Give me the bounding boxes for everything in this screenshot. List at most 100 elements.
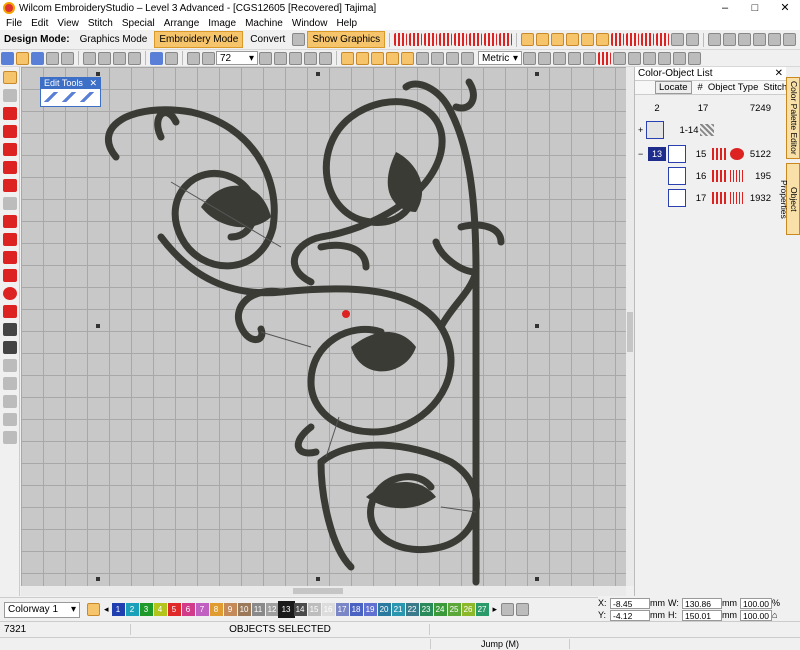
effect-icon[interactable] (521, 33, 535, 46)
palette-tools-icon[interactable] (87, 603, 100, 616)
tab-color-palette-editor[interactable]: Color Palette Editor (786, 77, 800, 159)
stitch-display-icon[interactable] (386, 51, 399, 65)
display-icon[interactable] (416, 51, 429, 65)
palette-scroll-left-icon[interactable]: ◂ (104, 604, 109, 615)
paste-icon[interactable] (113, 51, 126, 65)
lock-icon[interactable]: ⌂ (772, 610, 784, 620)
height-percent-field[interactable]: 100.00 (740, 609, 772, 621)
width-field[interactable]: 130.86 (682, 597, 722, 609)
tool-icon[interactable] (598, 51, 611, 65)
menu-arrange[interactable]: Arrange (164, 18, 200, 29)
stitch-type-icon[interactable] (499, 33, 513, 46)
tool-icon[interactable] (583, 51, 596, 65)
save-icon[interactable] (31, 51, 44, 65)
color-swatch-7[interactable]: 7 (195, 603, 209, 616)
tool-icon[interactable] (553, 51, 566, 65)
globe-icon[interactable] (292, 33, 306, 46)
selection-marker[interactable] (342, 310, 350, 318)
list-row[interactable]: + 1-14 (635, 119, 787, 141)
delete-icon[interactable] (128, 51, 141, 65)
new-file-icon[interactable] (1, 51, 14, 65)
height-field[interactable]: 150.01 (682, 609, 722, 621)
tool-icon[interactable] (2, 413, 17, 426)
scroll-thumb[interactable] (627, 312, 633, 352)
units-combo[interactable]: Metric ▾ (478, 51, 522, 65)
close-icon[interactable]: ✕ (89, 78, 100, 89)
color-swatch-21[interactable]: 21 (391, 603, 405, 616)
tool-icon[interactable] (2, 431, 17, 444)
circle-icon[interactable] (2, 287, 17, 300)
color-swatch-18[interactable]: 18 (349, 603, 363, 616)
color-swatch-10[interactable]: 10 (237, 603, 251, 616)
color-swatch-12[interactable]: 12 (265, 603, 279, 616)
cut-icon[interactable] (83, 51, 96, 65)
menu-window[interactable]: Window (292, 18, 328, 29)
stitch-display-icon[interactable] (356, 51, 369, 65)
tool-icon[interactable] (2, 395, 17, 408)
knife-icon[interactable] (80, 92, 94, 102)
stitch-effect-icon[interactable] (626, 33, 640, 46)
stitch-type-icon[interactable] (424, 33, 438, 46)
color-swatch-8[interactable]: 8 (209, 603, 223, 616)
shape-icon[interactable] (2, 359, 17, 372)
embroidery-mode-button[interactable]: Embroidery Mode (154, 31, 244, 48)
view-icon[interactable] (289, 51, 302, 65)
tab-object-properties[interactable]: Object Properties (779, 163, 800, 235)
menu-machine[interactable]: Machine (245, 18, 283, 29)
stitch-type-icon[interactable] (454, 33, 468, 46)
color-swatch-14[interactable]: 14 (293, 603, 307, 616)
collapse-icon[interactable]: − (638, 149, 646, 159)
convert-button[interactable]: Convert (245, 31, 290, 48)
open-folder-icon[interactable] (16, 51, 29, 65)
stitch-effect-icon[interactable] (611, 33, 625, 46)
color-swatch-23[interactable]: 23 (419, 603, 433, 616)
view-icon[interactable] (319, 51, 332, 65)
select-arrow-icon[interactable] (2, 71, 17, 84)
color-swatch-25[interactable]: 25 (447, 603, 461, 616)
menu-image[interactable]: Image (208, 18, 236, 29)
menu-edit[interactable]: Edit (31, 18, 48, 29)
tool-icon[interactable] (686, 33, 700, 46)
effect-icon[interactable] (566, 33, 580, 46)
pen-icon[interactable] (62, 92, 76, 102)
tool-icon[interactable] (753, 33, 767, 46)
effect-icon[interactable] (596, 33, 610, 46)
stitch-icon[interactable] (2, 125, 17, 138)
stitch-type-icon[interactable] (409, 33, 423, 46)
stitch-effect-icon[interactable] (641, 33, 655, 46)
scroll-thumb[interactable] (293, 588, 343, 594)
reshape-icon[interactable] (2, 89, 17, 102)
stitch-icon[interactable] (2, 161, 17, 174)
tool-icon[interactable] (523, 51, 536, 65)
list-row[interactable]: 17 1932 (635, 187, 787, 209)
color-swatch-6[interactable]: 6 (181, 603, 195, 616)
horizontal-scrollbar[interactable] (21, 586, 626, 596)
stitch-display-icon[interactable] (341, 51, 354, 65)
stitch-effect-icon[interactable] (656, 33, 670, 46)
stitch-type-icon[interactable] (439, 33, 453, 46)
pen-icon[interactable] (44, 92, 58, 102)
list-row[interactable]: 16 195 (635, 165, 787, 187)
copy-icon[interactable] (98, 51, 111, 65)
stitch-icon[interactable] (2, 107, 17, 120)
design-canvas[interactable] (21, 67, 626, 586)
stitch-icon[interactable] (2, 251, 17, 264)
menu-view[interactable]: View (57, 18, 79, 29)
stitch-display-icon[interactable] (401, 51, 414, 65)
color-swatch-27[interactable]: 27 (475, 603, 489, 616)
stitch-icon[interactable] (2, 305, 17, 318)
stitch-icon[interactable] (2, 269, 17, 282)
shape-icon[interactable] (2, 197, 17, 210)
tool-icon[interactable] (738, 33, 752, 46)
color-swatch-5[interactable]: 5 (167, 603, 181, 616)
tool-icon[interactable] (538, 51, 551, 65)
color-swatch-20[interactable]: 20 (377, 603, 391, 616)
tool-icon[interactable] (568, 51, 581, 65)
tool-icon[interactable] (658, 51, 671, 65)
thread-chart-icon[interactable] (516, 603, 530, 616)
lettering-icon[interactable] (2, 323, 17, 336)
zoom-fit-icon[interactable] (202, 51, 215, 65)
x-field[interactable]: -8.45 (610, 597, 650, 609)
tool-icon[interactable] (673, 51, 686, 65)
tool-icon[interactable] (768, 33, 782, 46)
